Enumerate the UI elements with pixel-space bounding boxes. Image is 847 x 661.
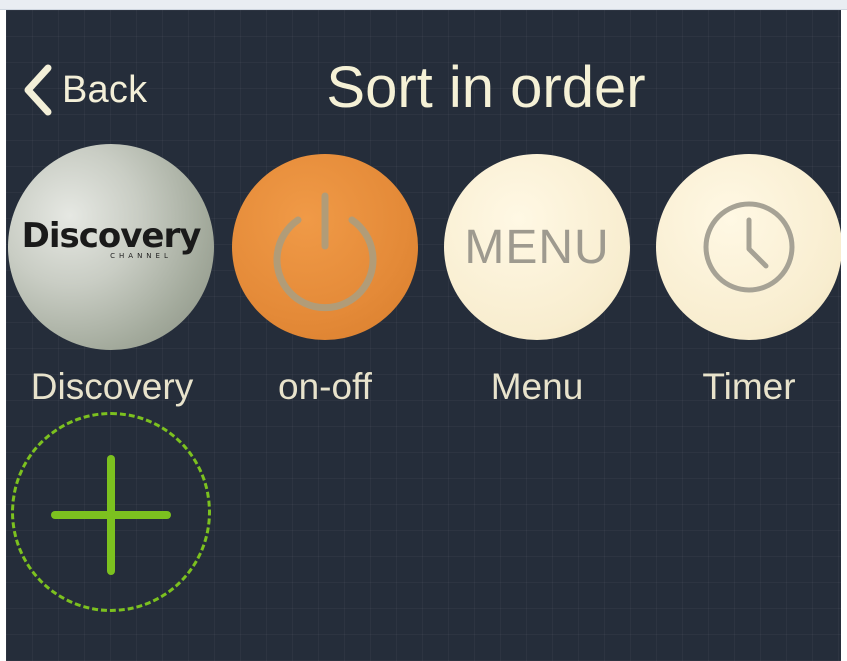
timer-button-circle xyxy=(656,154,841,340)
item-label-timer: Timer xyxy=(702,366,796,407)
back-label: Back xyxy=(62,68,148,111)
plus-icon xyxy=(51,455,171,575)
sort-screen: Back Sort in order Discovery CHANNEL Dis… xyxy=(6,10,841,661)
item-label-discovery: Discovery xyxy=(30,366,194,407)
top-border xyxy=(0,0,847,10)
item-label-menu: Menu xyxy=(490,366,584,407)
menu-text-icon: MENU xyxy=(464,221,610,274)
chevron-left-icon xyxy=(24,64,52,116)
add-item-button[interactable] xyxy=(11,412,211,612)
menu-button-circle: MENU xyxy=(444,154,630,340)
discovery-logo: Discovery CHANNEL xyxy=(8,144,214,350)
discovery-logo-text: Discovery xyxy=(21,216,202,256)
clock-icon xyxy=(703,201,795,293)
power-icon xyxy=(273,192,377,312)
on-off-button-circle xyxy=(232,154,418,340)
item-label-on-off: on-off xyxy=(278,366,372,407)
page-title: Sort in order xyxy=(326,55,646,120)
back-button[interactable]: Back xyxy=(22,60,147,120)
